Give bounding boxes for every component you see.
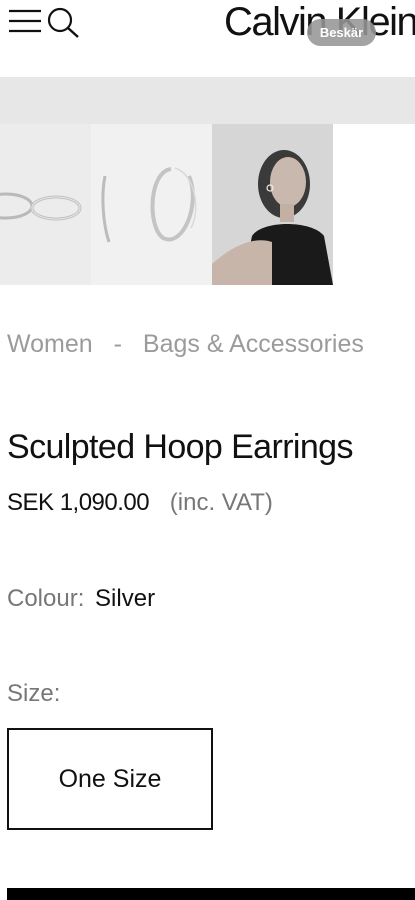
breadcrumb-item-bags-accessories[interactable]: Bags & Accessories	[143, 330, 364, 359]
product-title: Sculpted Hoop Earrings	[7, 428, 354, 466]
add-to-bag-button[interactable]	[7, 888, 415, 900]
product-image-hoops-side[interactable]	[0, 124, 91, 285]
vat-note: (inc. VAT)	[169, 489, 273, 516]
size-label: Size:	[7, 680, 61, 707]
breadcrumb-separator: -	[113, 330, 122, 358]
product-image-gallery[interactable]	[0, 124, 415, 285]
price-row: SEK 1,090.00 (inc. VAT)	[7, 489, 273, 517]
hamburger-menu-icon[interactable]	[8, 6, 44, 36]
colour-row: Colour: Silver	[7, 585, 155, 613]
crop-badge[interactable]: Beskär	[307, 19, 376, 46]
breadcrumb-item-women[interactable]: Women	[7, 330, 93, 359]
size-option-one-size[interactable]: One Size	[7, 728, 213, 830]
colour-value: Silver	[95, 585, 156, 612]
product-image-hoops-front[interactable]	[91, 124, 212, 285]
gallery-top-band	[0, 77, 415, 124]
breadcrumb: Women - Bags & Accessories	[7, 330, 364, 359]
colour-label: Colour:	[7, 585, 85, 612]
site-header: Calvin Klein Beskär	[0, 0, 415, 48]
search-icon[interactable]	[46, 4, 80, 38]
product-price: SEK 1,090.00	[7, 489, 150, 516]
product-image-model[interactable]	[212, 124, 333, 285]
